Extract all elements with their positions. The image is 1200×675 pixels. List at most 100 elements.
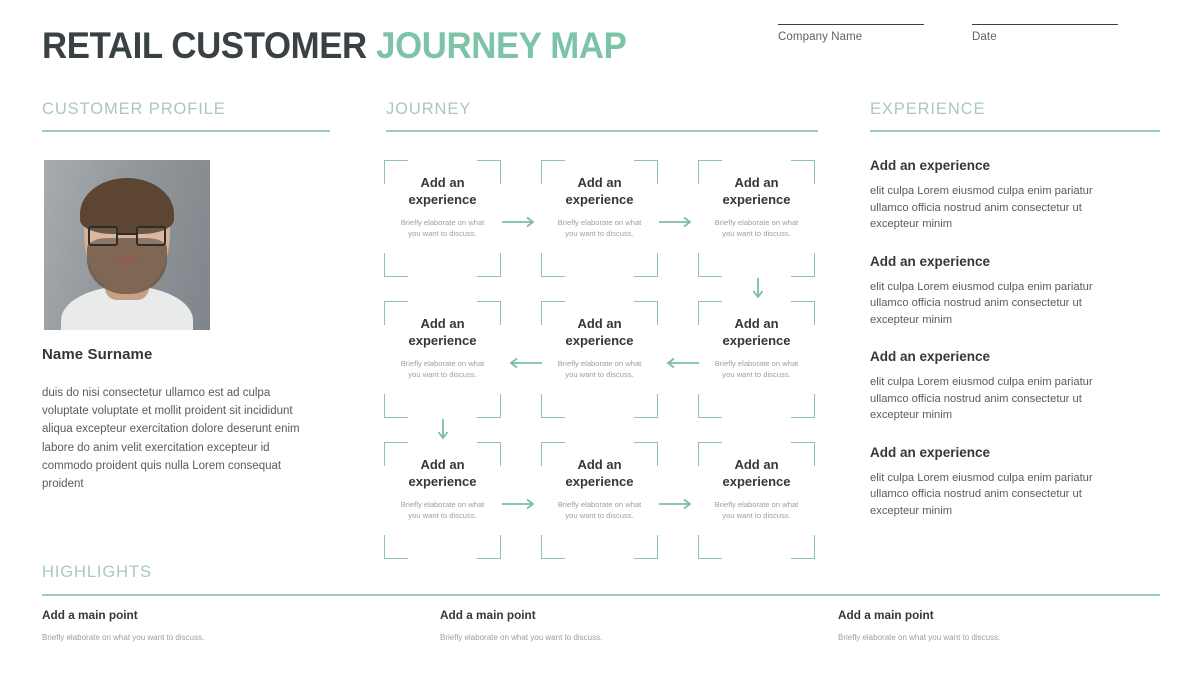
date-field[interactable]: Date: [972, 24, 1118, 74]
experience-section-header: EXPERIENCE: [870, 99, 1160, 132]
highlights-row: Add a main point Briefly elaborate on wh…: [42, 608, 1162, 643]
photo-mouth: [116, 258, 138, 264]
company-name-rule: [778, 24, 924, 25]
corner-bracket-icon: [477, 535, 501, 559]
corner-bracket-icon: [477, 394, 501, 418]
journey-row-3: Add an experience Briefly elaborate on w…: [384, 442, 816, 559]
journey-box-3[interactable]: Add an experience Briefly elaborate on w…: [698, 160, 815, 277]
journey-box-desc: Briefly elaborate on what you want to di…: [714, 218, 799, 238]
corner-bracket-icon: [384, 394, 408, 418]
highlights-rule: [42, 594, 1160, 596]
highlight-item[interactable]: Add a main point Briefly elaborate on wh…: [440, 608, 838, 643]
photo-glasses-bridge: [118, 233, 136, 235]
customer-profile-title: CUSTOMER PROFILE: [42, 100, 226, 118]
experience-item-body: elit culpa Lorem eiusmod culpa enim pari…: [870, 185, 1093, 230]
corner-bracket-icon: [384, 253, 408, 277]
page-title-primary: RETAIL CUSTOMER: [42, 25, 367, 66]
journey-box-desc: Briefly elaborate on what you want to di…: [714, 500, 799, 520]
arrow-down-icon: [752, 278, 764, 302]
experience-title: EXPERIENCE: [870, 100, 986, 118]
profile-description: duis do nisi consectetur ullamco est ad …: [42, 387, 300, 491]
corner-bracket-icon: [698, 535, 722, 559]
journey-map-page: RETAIL CUSTOMER JOURNEY MAP Company Name…: [0, 0, 1200, 675]
highlight-item[interactable]: Add a main point Briefly elaborate on wh…: [838, 608, 1200, 643]
highlight-item-desc: Briefly elaborate on what you want to di…: [440, 633, 603, 642]
journey-box-title: Add an experience: [408, 175, 477, 207]
journey-box-title: Add an experience: [408, 316, 477, 348]
highlight-item-desc: Briefly elaborate on what you want to di…: [42, 633, 205, 642]
journey-box-9[interactable]: Add an experience Briefly elaborate on w…: [698, 442, 815, 559]
journey-box-desc: Briefly elaborate on what you want to di…: [557, 500, 642, 520]
experience-item-title: Add an experience: [870, 253, 991, 269]
journey-box-title: Add an experience: [722, 316, 791, 348]
company-name-field[interactable]: Company Name: [778, 24, 924, 74]
company-name-label: Company Name: [778, 31, 863, 43]
journey-rule: [386, 130, 818, 132]
experience-item-body: elit culpa Lorem eiusmod culpa enim pari…: [870, 280, 1093, 326]
highlights-section-header: HIGHLIGHTS: [42, 562, 1160, 596]
experience-rule: [870, 130, 1160, 132]
highlight-item-title: Add a main point: [838, 608, 934, 622]
corner-bracket-icon: [791, 394, 815, 418]
journey-row-1: Add an experience Briefly elaborate on w…: [384, 160, 816, 277]
highlight-item[interactable]: Add a main point Briefly elaborate on wh…: [42, 608, 440, 643]
corner-bracket-icon: [698, 253, 722, 277]
page-title-accent: JOURNEY MAP: [376, 25, 627, 66]
journey-box-6[interactable]: Add an experience Briefly elaborate on w…: [384, 301, 501, 418]
highlight-item-title: Add a main point: [440, 608, 536, 622]
journey-box-5[interactable]: Add an experience Briefly elaborate on w…: [541, 301, 658, 418]
journey-box-desc: Briefly elaborate on what you want to di…: [557, 218, 642, 238]
journey-box-title: Add an experience: [722, 175, 791, 207]
photo-glasses-left-lens: [88, 226, 118, 246]
customer-profile-rule: [42, 130, 330, 132]
experience-item-title: Add an experience: [870, 444, 991, 460]
highlight-item-title: Add a main point: [42, 608, 138, 622]
date-rule: [972, 24, 1118, 25]
journey-box-2[interactable]: Add an experience Briefly elaborate on w…: [541, 160, 658, 277]
profile-photo[interactable]: [44, 160, 210, 330]
header-meta-fields: Company Name Date: [778, 24, 1158, 74]
journey-box-title: Add an experience: [565, 316, 634, 348]
experience-item-body: elit culpa Lorem eiusmod culpa enim pari…: [870, 471, 1093, 517]
corner-bracket-icon: [634, 253, 658, 277]
journey-box-title: Add an experience: [408, 457, 477, 489]
journey-box-desc: Briefly elaborate on what you want to di…: [400, 218, 485, 238]
experience-item-body: elit culpa Lorem eiusmod culpa enim pari…: [870, 376, 1093, 421]
corner-bracket-icon: [698, 394, 722, 418]
journey-box-1[interactable]: Add an experience Briefly elaborate on w…: [384, 160, 501, 277]
journey-box-desc: Briefly elaborate on what you want to di…: [400, 500, 485, 520]
corner-bracket-icon: [541, 253, 565, 277]
photo-glasses-right-lens: [136, 226, 166, 246]
journey-grid: Add an experience Briefly elaborate on w…: [384, 160, 816, 559]
journey-row-2: Add an experience Briefly elaborate on w…: [384, 301, 816, 418]
corner-bracket-icon: [541, 535, 565, 559]
corner-bracket-icon: [541, 394, 565, 418]
journey-box-desc: Briefly elaborate on what you want to di…: [557, 359, 642, 379]
journey-box-desc: Briefly elaborate on what you want to di…: [714, 359, 799, 379]
corner-bracket-icon: [791, 253, 815, 277]
corner-bracket-icon: [791, 535, 815, 559]
journey-title: JOURNEY: [386, 100, 472, 118]
experience-item[interactable]: Add an experience elit culpa Lorem eiusm…: [870, 254, 1162, 329]
experience-list: Add an experience elit culpa Lorem eiusm…: [870, 158, 1162, 540]
journey-box-desc: Briefly elaborate on what you want to di…: [400, 359, 485, 379]
journey-section-header: JOURNEY: [386, 99, 818, 132]
journey-box-title: Add an experience: [565, 457, 634, 489]
corner-bracket-icon: [384, 535, 408, 559]
experience-item[interactable]: Add an experience elit culpa Lorem eiusm…: [870, 158, 1162, 233]
customer-profile-section-header: CUSTOMER PROFILE: [42, 99, 330, 132]
journey-box-8[interactable]: Add an experience Briefly elaborate on w…: [541, 442, 658, 559]
profile-name: Name Surname: [42, 346, 153, 363]
corner-bracket-icon: [634, 394, 658, 418]
highlights-title: HIGHLIGHTS: [42, 563, 152, 581]
experience-item[interactable]: Add an experience elit culpa Lorem eiusm…: [870, 349, 1162, 424]
experience-item[interactable]: Add an experience elit culpa Lorem eiusm…: [870, 445, 1162, 520]
corner-bracket-icon: [634, 535, 658, 559]
experience-item-title: Add an experience: [870, 349, 991, 364]
journey-box-7[interactable]: Add an experience Briefly elaborate on w…: [384, 442, 501, 559]
journey-box-title: Add an experience: [565, 175, 634, 207]
journey-box-4[interactable]: Add an experience Briefly elaborate on w…: [698, 301, 815, 418]
date-label: Date: [972, 31, 997, 43]
highlight-item-desc: Briefly elaborate on what you want to di…: [838, 633, 1001, 642]
experience-item-title: Add an experience: [870, 158, 991, 173]
